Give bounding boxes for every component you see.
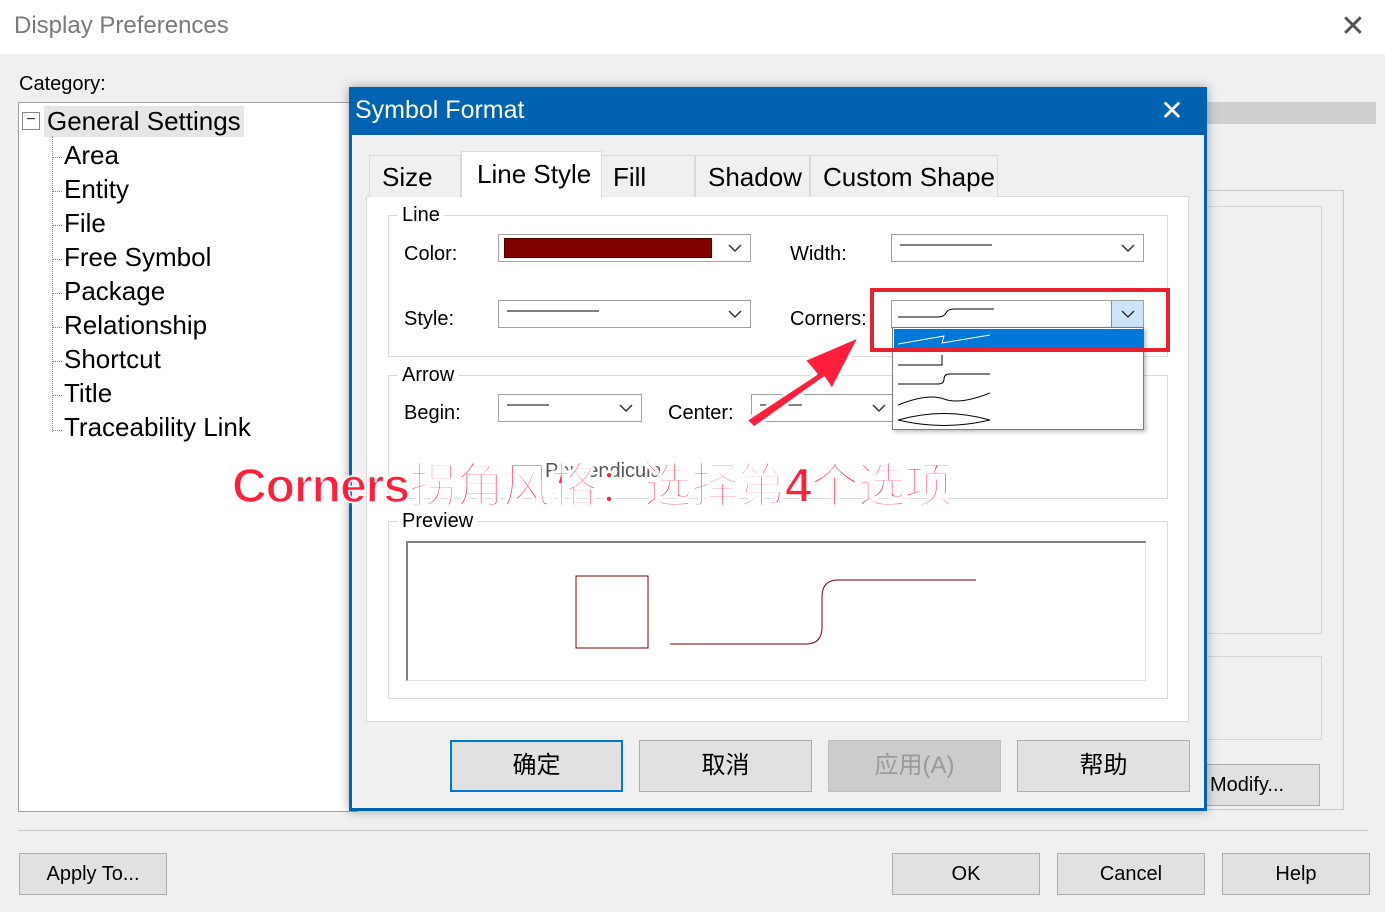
preview-canvas — [406, 541, 1146, 681]
tab-shadow[interactable]: Shadow — [695, 155, 810, 197]
highlight-box — [870, 288, 1170, 352]
tab-line-style[interactable]: Line Style — [461, 151, 602, 198]
tab-size[interactable]: Size — [369, 155, 461, 197]
tree-item-package[interactable]: Package — [64, 276, 165, 307]
tab-fill[interactable]: Fill — [600, 155, 695, 197]
double-curve-icon — [898, 413, 990, 426]
close-icon[interactable]: ✕ — [1336, 10, 1370, 44]
tree-item-general-settings[interactable]: General Settings — [44, 106, 244, 137]
line-group-label: Line — [398, 204, 444, 227]
dialog-border — [1204, 135, 1206, 810]
collapse-icon[interactable]: − — [22, 112, 40, 130]
tree-connector — [53, 361, 62, 362]
right-subpanel — [1206, 656, 1322, 740]
tree-item-file[interactable]: File — [64, 208, 106, 239]
width-label: Width: — [790, 243, 847, 265]
tree-item-free-symbol[interactable]: Free Symbol — [64, 242, 211, 273]
width-select[interactable] — [891, 234, 1144, 262]
color-label: Color: — [404, 243, 458, 265]
color-swatch — [504, 238, 712, 258]
tree-connector — [53, 157, 62, 158]
window-title: Display Preferences — [14, 12, 229, 39]
tree-connector — [53, 327, 62, 328]
tree-connector — [53, 395, 62, 396]
chevron-down-icon — [728, 244, 742, 253]
annotation-text: Corners拐角风格：选择第4个选项 — [231, 459, 953, 514]
help-dialog-button[interactable]: 帮助 — [1017, 740, 1190, 792]
dialog-title: Symbol Format — [355, 96, 525, 124]
tree-connector — [52, 136, 53, 432]
dialog-border — [350, 808, 1206, 810]
begin-label: Begin: — [404, 402, 461, 424]
apply-button: 应用(A) — [828, 740, 1001, 792]
curved-corner-icon — [898, 392, 990, 406]
right-subpanel — [1206, 206, 1322, 634]
cancel-dialog-button[interactable]: 取消 — [639, 740, 812, 792]
corners-option[interactable] — [894, 409, 1144, 429]
annotation-arrow-icon — [744, 334, 862, 430]
chevron-down-icon — [1121, 244, 1135, 253]
tree-connector — [53, 191, 62, 192]
line-style-icon — [507, 310, 599, 312]
tree-item-title[interactable]: Title — [64, 378, 112, 409]
tree-connector — [53, 293, 62, 294]
tree-connector — [53, 225, 62, 226]
preview-link-line — [670, 579, 976, 645]
tab-custom-shape[interactable]: Custom Shape — [810, 155, 998, 197]
chevron-down-icon — [728, 310, 742, 319]
dialog-close-icon[interactable]: ✕ — [1154, 94, 1190, 128]
preview-drawing — [575, 575, 976, 649]
corners-option[interactable] — [894, 389, 1144, 409]
arrow-group-label: Arrow — [398, 364, 459, 387]
arrow-none-icon — [507, 404, 549, 406]
corners-option[interactable] — [894, 349, 1144, 369]
cancel-button[interactable]: Cancel — [1057, 853, 1205, 895]
chevron-down-icon — [619, 404, 633, 413]
corners-option[interactable] — [894, 369, 1144, 389]
tree-item-traceability-link[interactable]: Traceability Link — [64, 412, 251, 443]
begin-arrow-select[interactable] — [498, 394, 642, 422]
separator — [18, 830, 1368, 831]
tree-item-relationship[interactable]: Relationship — [64, 310, 207, 341]
ok-button[interactable]: OK — [892, 853, 1040, 895]
tree-connector — [53, 259, 62, 260]
line-width-icon — [900, 244, 992, 246]
tree-item-entity[interactable]: Entity — [64, 174, 129, 205]
confirm-button[interactable]: 确定 — [450, 740, 623, 792]
rounded-step-icon — [898, 373, 990, 385]
tree-item-shortcut[interactable]: Shortcut — [64, 344, 161, 375]
modify-button[interactable]: Modify... — [1206, 764, 1320, 806]
apply-to-button[interactable]: Apply To... — [19, 853, 167, 895]
right-panel-header — [1206, 102, 1376, 124]
category-label: Category: — [19, 73, 106, 95]
help-button[interactable]: Help — [1222, 853, 1370, 895]
tree-item-area[interactable]: Area — [64, 140, 119, 171]
style-label: Style: — [404, 308, 455, 330]
tree-connector — [53, 430, 62, 431]
square-step-icon — [898, 355, 943, 366]
preview-symbol — [575, 575, 649, 649]
